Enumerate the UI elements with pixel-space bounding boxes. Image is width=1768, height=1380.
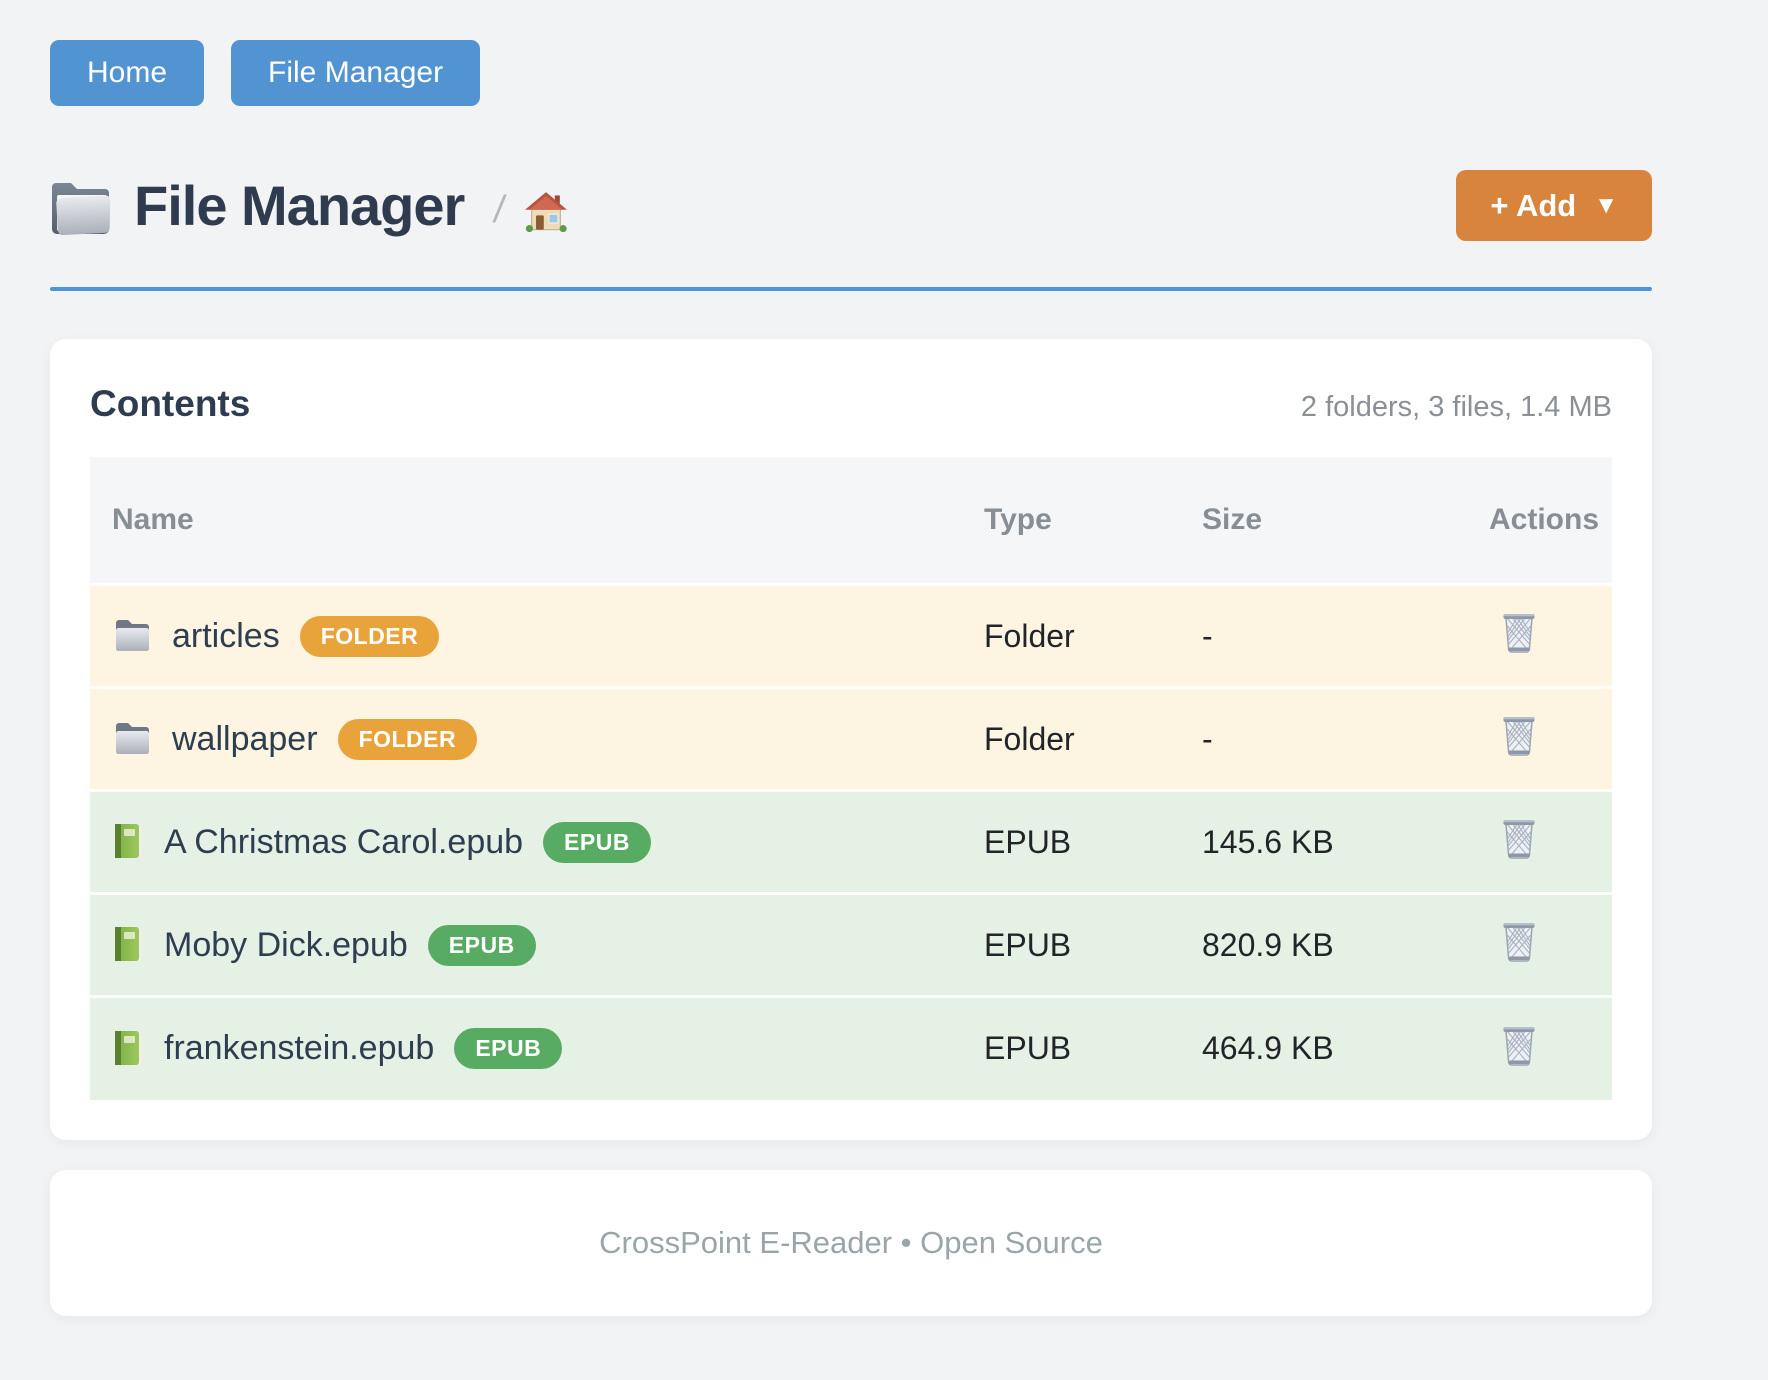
column-header-name: Name (90, 457, 962, 585)
footer: CrossPoint E-Reader • Open Source (50, 1170, 1652, 1316)
trash-icon (1501, 1024, 1537, 1066)
open-folder-icon (50, 177, 114, 235)
item-name-link[interactable]: frankenstein.epub (164, 1029, 434, 1068)
folder-icon (112, 619, 152, 653)
top-nav: Home File Manager (50, 40, 1652, 106)
contents-card-header: Contents 2 folders, 3 files, 1.4 MB (90, 383, 1612, 425)
column-header-actions: Actions (1467, 457, 1612, 585)
page-title: File Manager (134, 173, 464, 238)
table-row: wallpaper FOLDER Folder - (90, 688, 1612, 791)
table-row: A Christmas Carol.epub EPUB EPUB 145.6 K… (90, 791, 1612, 894)
table-row: frankenstein.epub EPUB EPUB 464.9 KB (90, 997, 1612, 1100)
file-table: Name Type Size Actions articles FOLDER (90, 457, 1612, 1100)
contents-summary: 2 folders, 3 files, 1.4 MB (1301, 391, 1612, 424)
size-cell: 820.9 KB (1180, 894, 1467, 997)
item-name-link[interactable]: A Christmas Carol.epub (164, 823, 523, 862)
house-icon[interactable] (505, 179, 569, 233)
epub-badge: EPUB (428, 925, 536, 966)
trash-icon (1501, 611, 1537, 653)
trash-icon (1501, 920, 1537, 962)
delete-button[interactable] (1501, 611, 1537, 653)
contents-card: Contents 2 folders, 3 files, 1.4 MB Name… (50, 339, 1652, 1140)
size-cell: 464.9 KB (1180, 997, 1467, 1100)
size-cell: - (1180, 585, 1467, 688)
type-cell: Folder (962, 585, 1180, 688)
footer-text: CrossPoint E-Reader • Open Source (599, 1225, 1103, 1260)
folder-badge: FOLDER (300, 616, 440, 657)
type-cell: EPUB (962, 791, 1180, 894)
trash-icon (1501, 817, 1537, 859)
type-cell: EPUB (962, 997, 1180, 1100)
folder-badge: FOLDER (338, 719, 478, 760)
type-cell: EPUB (962, 894, 1180, 997)
page: Home File Manager File Manager / + Add ▼… (0, 0, 1652, 1316)
header-divider (50, 287, 1652, 291)
size-cell: - (1180, 688, 1467, 791)
file-manager-button[interactable]: File Manager (231, 40, 480, 106)
page-header: File Manager / + Add ▼ (50, 170, 1652, 241)
green-book-icon (112, 926, 144, 964)
add-button[interactable]: + Add ▼ (1456, 170, 1652, 241)
add-button-label: + Add (1490, 190, 1576, 221)
trash-icon (1501, 714, 1537, 756)
epub-badge: EPUB (543, 822, 651, 863)
delete-button[interactable] (1501, 920, 1537, 962)
table-row: Moby Dick.epub EPUB EPUB 820.9 KB (90, 894, 1612, 997)
item-name-link[interactable]: Moby Dick.epub (164, 926, 408, 965)
delete-button[interactable] (1501, 1024, 1537, 1066)
item-name-link[interactable]: articles (172, 617, 280, 656)
column-header-type: Type (962, 457, 1180, 585)
type-cell: Folder (962, 688, 1180, 791)
green-book-icon (112, 823, 144, 861)
size-cell: 145.6 KB (1180, 791, 1467, 894)
column-header-size: Size (1180, 457, 1467, 585)
delete-button[interactable] (1501, 817, 1537, 859)
contents-title: Contents (90, 383, 250, 425)
green-book-icon (112, 1030, 144, 1068)
chevron-down-icon: ▼ (1594, 194, 1618, 218)
folder-icon (112, 722, 152, 756)
item-name-link[interactable]: wallpaper (172, 720, 318, 759)
title-group: File Manager / (50, 173, 569, 238)
delete-button[interactable] (1501, 714, 1537, 756)
table-header-row: Name Type Size Actions (90, 457, 1612, 585)
home-button[interactable]: Home (50, 40, 204, 106)
table-row: articles FOLDER Folder - (90, 585, 1612, 688)
epub-badge: EPUB (454, 1028, 562, 1069)
